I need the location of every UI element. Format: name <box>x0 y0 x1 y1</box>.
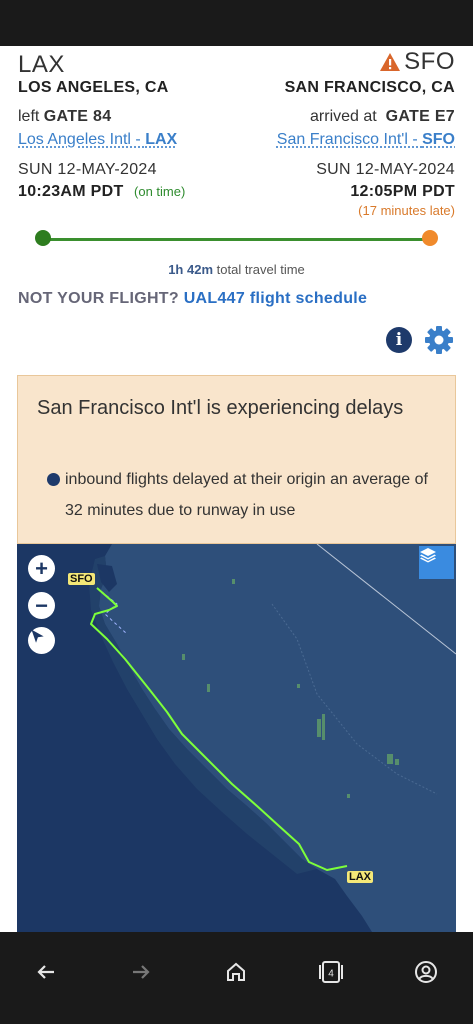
delay-detail: inbound flights delayed at their origin … <box>65 471 428 519</box>
destination-gate-prefix: arrived at <box>310 108 377 125</box>
gear-icon[interactable] <box>424 325 454 355</box>
times-row: 10:23AM PDT (on time) 12:05PM PDT <box>18 183 455 201</box>
origin-gate-prefix: left <box>18 108 40 125</box>
compass-icon[interactable] <box>28 627 55 654</box>
destination-airport-link[interactable]: San Francisco Int'l - SFO <box>277 131 455 149</box>
not-your-flight: NOT YOUR FLIGHT? UAL447 flight schedule <box>18 290 367 308</box>
origin-code: LAX <box>18 51 65 78</box>
browser-nav-bar: 4 <box>0 932 473 1024</box>
origin-time: 10:23AM PDT <box>18 183 124 200</box>
origin-time-group: 10:23AM PDT (on time) <box>18 183 185 201</box>
origin-airport-name: Los Angeles Intl - <box>18 131 146 148</box>
flight-schedule-link[interactable]: UAL447 flight schedule <box>184 290 368 307</box>
destination-gate: GATE E7 <box>385 108 455 125</box>
delay-bullet <box>47 473 60 486</box>
cities-row: LOS ANGELES, CA SAN FRANCISCO, CA <box>18 79 455 97</box>
origin-date: SUN 12-MAY-2024 <box>18 161 157 178</box>
origin-airport-code: LAX <box>145 131 178 148</box>
gates-row: left GATE 84 arrived at GATE E7 <box>18 108 455 126</box>
home-icon[interactable] <box>216 952 256 992</box>
travel-duration: 1h 42m <box>168 262 214 277</box>
map-canvas <box>89 544 456 932</box>
origin-gate-line: left GATE 84 <box>18 108 111 126</box>
tabs-icon[interactable]: 4 <box>311 952 351 992</box>
origin-city: LOS ANGELES, CA <box>18 79 169 96</box>
account-icon[interactable] <box>406 952 446 992</box>
warning-icon[interactable] <box>379 52 401 72</box>
destination-status: (17 minutes late) <box>358 203 455 218</box>
flight-map[interactable]: + − SFO LAX <box>17 544 456 932</box>
map-label-sfo: SFO <box>68 573 95 585</box>
travel-time: 1h 42m total travel time <box>0 262 473 277</box>
origin-airport-link[interactable]: Los Angeles Intl - LAX <box>18 131 177 149</box>
dates-row: SUN 12-MAY-2024 SUN 12-MAY-2024 <box>18 161 455 179</box>
origin-status: (on time) <box>134 184 186 199</box>
status-bar <box>0 0 473 46</box>
destination-code: SFO <box>404 48 455 75</box>
destination-date: SUN 12-MAY-2024 <box>316 161 455 178</box>
destination-code-group: SFO <box>379 48 455 76</box>
origin-gate: GATE 84 <box>43 108 112 125</box>
destination-airport-name: San Francisco Int'l - <box>276 131 423 148</box>
destination-city: SAN FRANCISCO, CA <box>284 79 455 96</box>
travel-label: total travel time <box>216 262 305 277</box>
forward-arrow-icon[interactable] <box>121 952 161 992</box>
airport-links-row: Los Angeles Intl - LAX San Francisco Int… <box>18 131 455 149</box>
delay-notice: San Francisco Int'l is experiencing dela… <box>17 375 456 544</box>
destination-dot <box>422 230 438 246</box>
destination-gate-line: arrived at GATE E7 <box>310 108 455 126</box>
map-label-lax: LAX <box>347 871 373 883</box>
destination-airport-code: SFO <box>422 131 455 148</box>
info-icon[interactable]: i <box>386 327 412 353</box>
not-flight-prompt: NOT YOUR FLIGHT? <box>18 290 179 307</box>
layers-icon[interactable] <box>419 546 454 579</box>
zoom-out-icon[interactable]: − <box>28 592 55 619</box>
flight-progress-bar <box>43 238 431 241</box>
origin-dot <box>35 230 51 246</box>
destination-time: 12:05PM PDT <box>350 183 455 200</box>
tab-count: 4 <box>328 969 334 980</box>
zoom-in-icon[interactable]: + <box>28 555 55 582</box>
late-row: (17 minutes late) <box>18 203 455 218</box>
back-arrow-icon[interactable] <box>26 952 66 992</box>
airport-codes-row: LAX SFO <box>18 48 455 79</box>
delay-title: San Francisco Int'l is experiencing dela… <box>37 397 404 419</box>
